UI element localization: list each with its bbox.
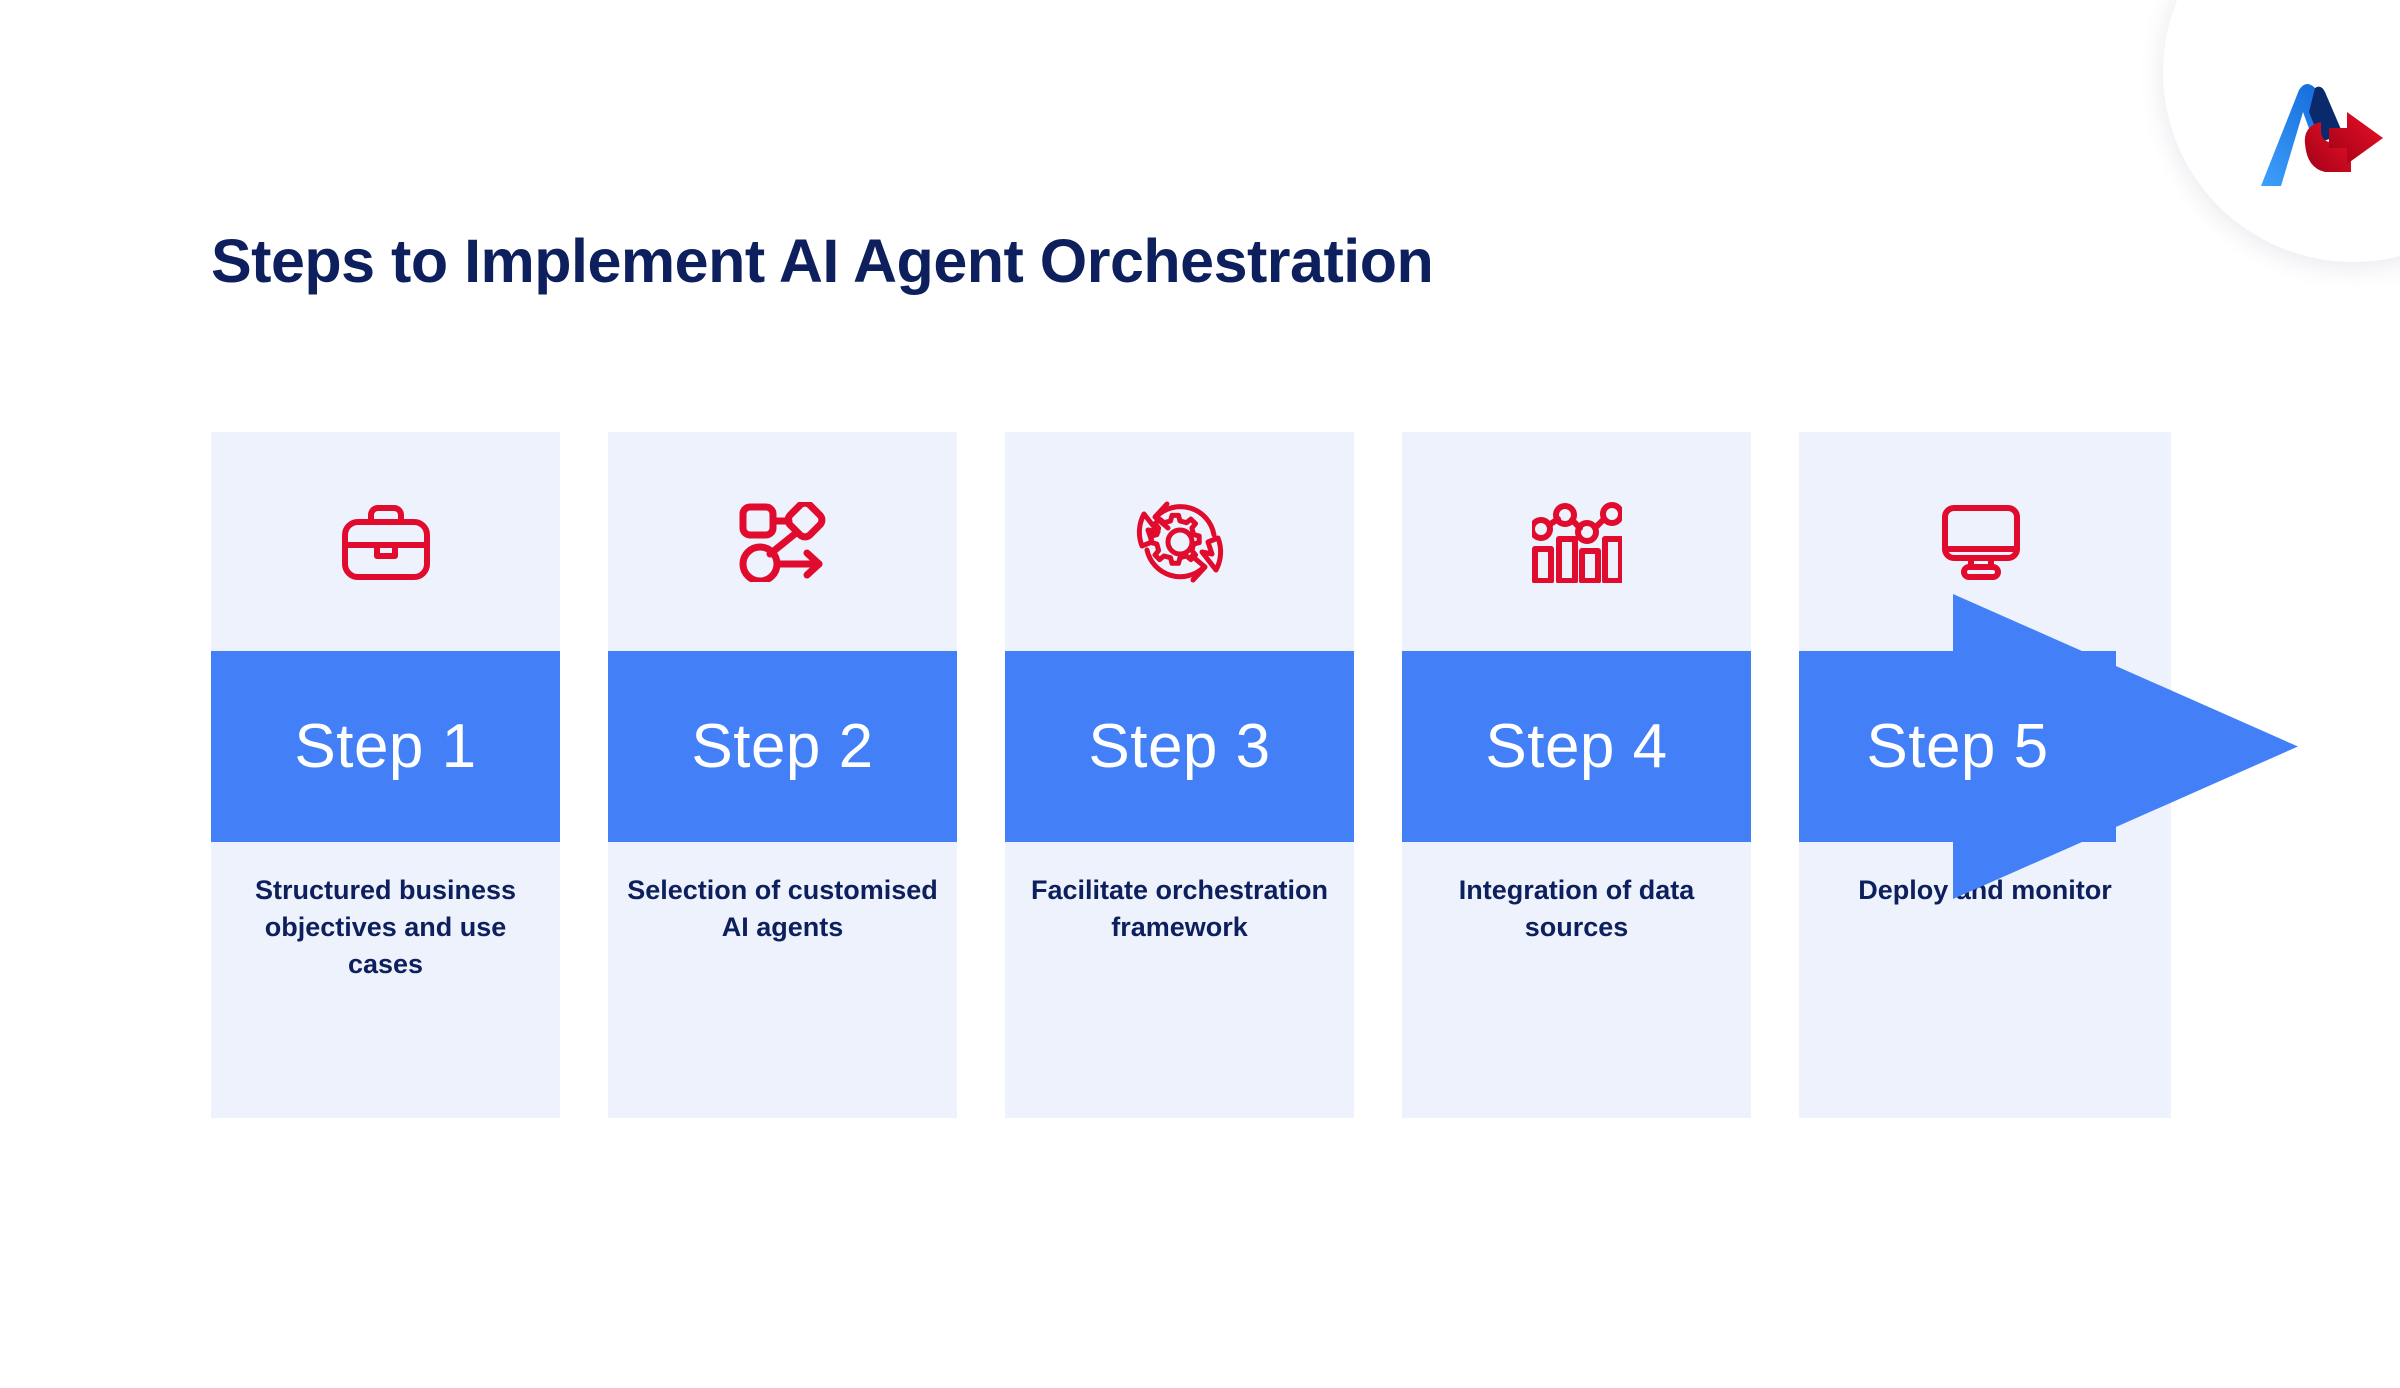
step-card-5[interactable]: Step 5 Deploy and monitor — [1799, 432, 2171, 1118]
step-label-5: Step 5 — [1866, 711, 2049, 781]
step-caption-5: Deploy and monitor — [1858, 875, 2112, 905]
step-caption-3: Facilitate orchestration framework — [1030, 875, 1329, 942]
step-card-4[interactable]: Step 4 Integration of data sources — [1402, 432, 1751, 1118]
step-band-1: Step 1 — [211, 651, 560, 842]
infographic-canvas: Steps to Implement AI Agent Orchestratio… — [0, 0, 2400, 1388]
briefcase-icon — [341, 504, 430, 580]
step-icon-3 — [1005, 432, 1354, 651]
step-band-3: Step 3 — [1005, 651, 1354, 842]
step-icon-5 — [1799, 432, 2171, 651]
step-band-4: Step 4 — [1402, 651, 1751, 842]
step-band-5: Step 5 — [1799, 651, 2116, 842]
step-caption-4: Integration of data sources — [1458, 875, 1695, 942]
page-title: Steps to Implement AI Agent Orchestratio… — [211, 227, 1434, 295]
step-icon-4 — [1402, 432, 1751, 651]
steps-container: Step 1 Structured business objectives an… — [211, 432, 2298, 1118]
step-label-1: Step 1 — [294, 711, 477, 781]
gear-cycle-icon — [1136, 501, 1223, 582]
bar-chart-icon — [1531, 501, 1622, 583]
monitor-icon — [1942, 504, 2020, 580]
step-card-2[interactable]: Step 2 Selection of customised AI agents — [608, 432, 957, 1118]
step-icon-2 — [608, 432, 957, 651]
step-card-3[interactable]: Step 3 Facilitate orchestration framewor… — [1005, 432, 1354, 1118]
step-label-4: Step 4 — [1485, 711, 1668, 781]
step-label-2: Step 2 — [691, 711, 874, 781]
workflow-icon — [739, 501, 825, 582]
step-card-1[interactable]: Step 1 Structured business objectives an… — [211, 432, 560, 1118]
brand-logo-badge — [2163, 0, 2400, 262]
step-label-3: Step 3 — [1088, 711, 1271, 781]
brand-logo-icon — [2261, 83, 2383, 186]
step-caption-1: Structured business objectives and use c… — [254, 875, 517, 979]
step-band-2: Step 2 — [608, 651, 957, 842]
step-icon-1 — [211, 432, 560, 651]
step-caption-2: Selection of customised AI agents — [627, 875, 938, 942]
